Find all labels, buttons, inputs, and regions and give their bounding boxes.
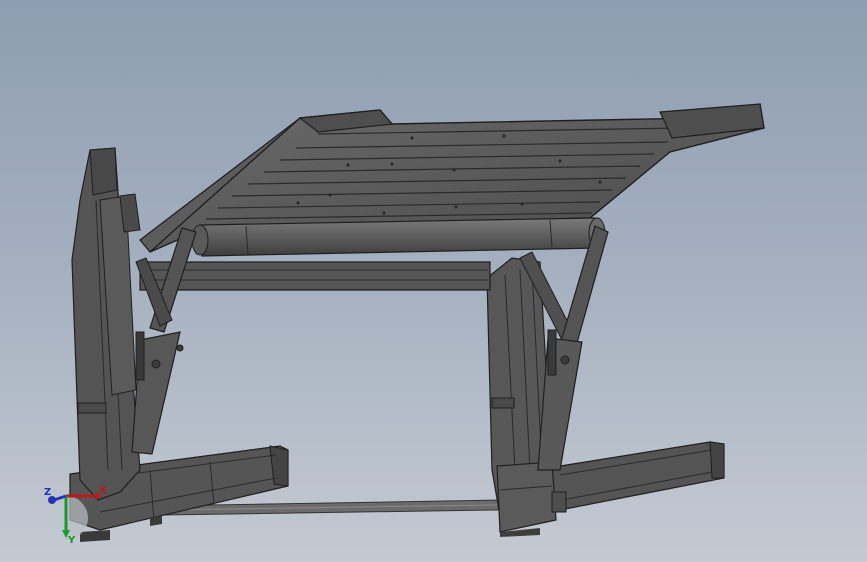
coordinate-triad: X Y Z: [44, 485, 107, 544]
transverse-tube: [191, 217, 606, 257]
right-base-beam: [547, 441, 725, 511]
left-column: [71, 147, 141, 501]
triad-y-label: Y: [67, 535, 76, 544]
parking-lift-model[interactable]: [0, 0, 867, 562]
triad-quarter-disc: [66, 496, 88, 540]
triad-x-label: X: [99, 485, 107, 496]
3d-viewport[interactable]: X Y Z: [0, 0, 867, 562]
triad-z-label: Z: [44, 487, 51, 498]
